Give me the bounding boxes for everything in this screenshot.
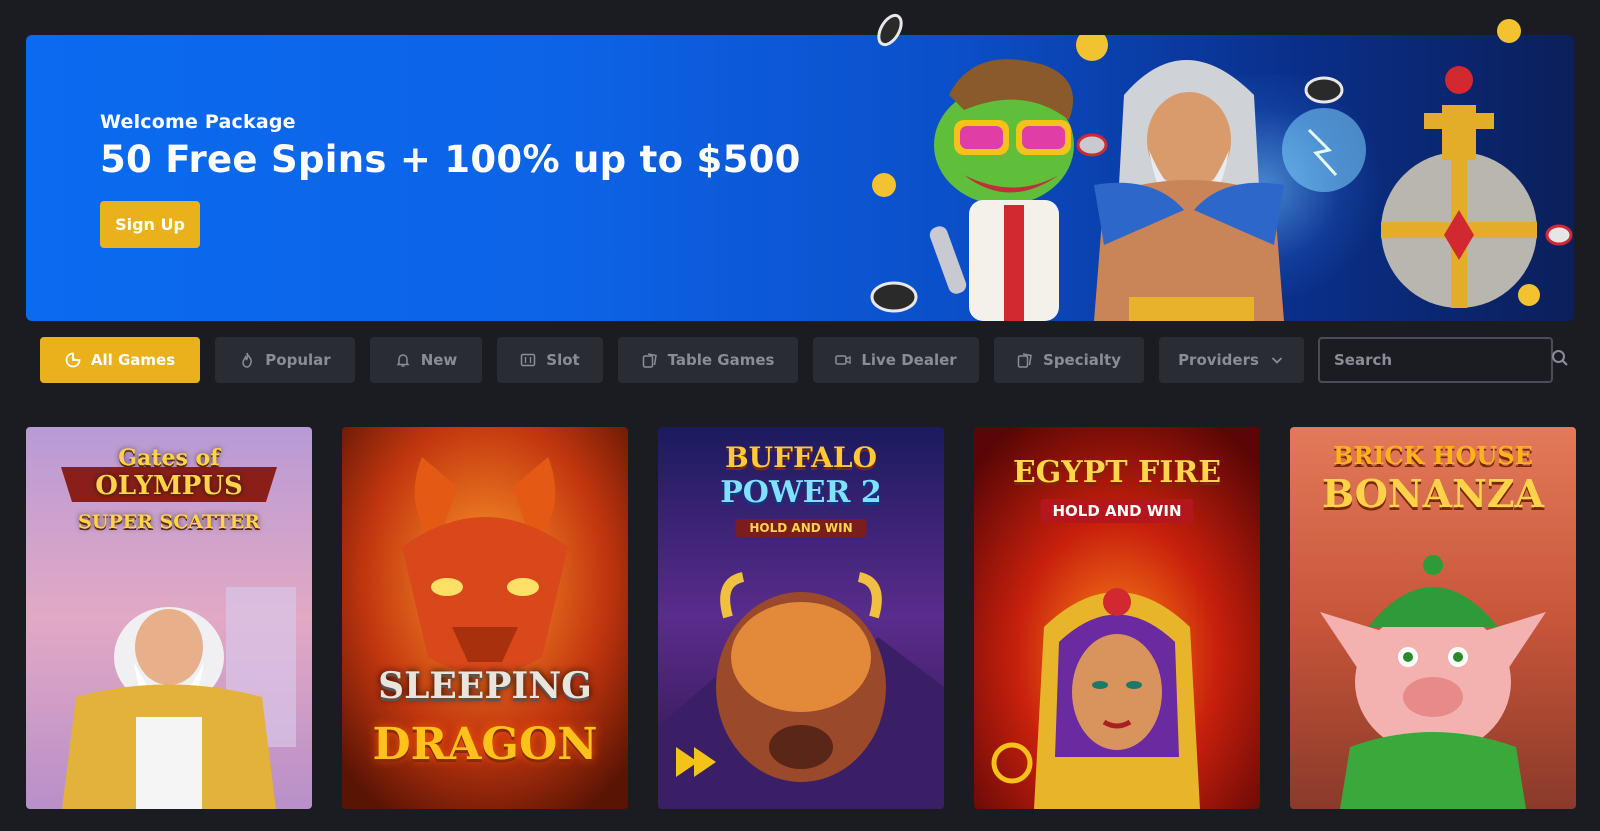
tab-label: All Games: [90, 351, 176, 369]
tab-label: New: [420, 351, 458, 369]
tab-label: Popular: [265, 351, 331, 369]
search-icon[interactable]: [1551, 349, 1569, 371]
sign-up-button[interactable]: Sign Up: [100, 201, 200, 248]
game-title-line1: Gates of: [118, 445, 220, 471]
game-title-line3: HOLD AND WIN: [735, 519, 867, 537]
tab-specialty[interactable]: Specialty: [994, 337, 1144, 383]
cards-icon: [642, 352, 658, 368]
game-title-line2: OLYMPUS: [95, 471, 243, 501]
coin-decoration: [1497, 19, 1521, 43]
game-card-sleeping-dragon[interactable]: SLEEPING DRAGON: [342, 427, 628, 809]
tab-popular[interactable]: Popular: [215, 337, 355, 383]
game-title-line1: EGYPT FIRE: [1012, 455, 1222, 490]
hero-title: 50 Free Spins + 100% up to $500: [100, 138, 801, 181]
flame-icon: [239, 352, 255, 368]
tab-all-games[interactable]: All Games: [40, 337, 200, 383]
game-title-line1: SLEEPING: [378, 665, 592, 707]
frog-character-illustration: [929, 59, 1074, 321]
game-title-line2: HOLD AND WIN: [1040, 499, 1194, 523]
tab-label: Live Dealer: [861, 351, 957, 369]
cards-icon: [1017, 352, 1033, 368]
search-box[interactable]: [1318, 337, 1568, 383]
tab-label: Specialty: [1043, 351, 1121, 369]
all-games-icon: [65, 352, 81, 368]
game-title-line2: BONANZA: [1321, 471, 1545, 516]
game-title-line2: DRAGON: [372, 719, 598, 770]
hero-artwork: [870, 35, 1573, 321]
game-title-line1: BUFFALO: [724, 441, 877, 474]
tab-table-games[interactable]: Table Games: [618, 337, 798, 383]
tab-new[interactable]: New: [370, 337, 482, 383]
bell-icon: [395, 352, 411, 368]
chip-decoration: [877, 13, 903, 47]
game-filter-bar: All Games Popular New Slot Table Games L…: [40, 337, 1568, 383]
game-title-line2: POWER 2: [720, 475, 882, 510]
game-card-egypt-fire[interactable]: EGYPT FIRE HOLD AND WIN: [974, 427, 1260, 809]
game-title-line3: SUPER SCATTER: [78, 511, 260, 533]
welcome-banner[interactable]: Welcome Package 50 Free Spins + 100% up …: [26, 35, 1574, 321]
tab-label: Slot: [546, 351, 580, 369]
game-title-line1: BRICK HOUSE: [1333, 441, 1533, 470]
search-input[interactable]: [1334, 351, 1551, 369]
game-card-buffalo-power-2[interactable]: BUFFALO POWER 2 HOLD AND WIN: [658, 427, 944, 809]
video-camera-icon: [835, 352, 852, 368]
providers-label: Providers: [1178, 351, 1259, 369]
game-card-gates-of-olympus[interactable]: Gates of OLYMPUS SUPER SCATTER: [26, 427, 312, 809]
chevron-down-icon: [1269, 352, 1285, 368]
game-card-brick-house-bonanza[interactable]: BRICK HOUSE BONANZA: [1290, 427, 1576, 809]
tab-label: Table Games: [667, 351, 775, 369]
tab-slot[interactable]: Slot: [497, 337, 603, 383]
hero-subtitle: Welcome Package: [100, 111, 296, 133]
tab-live-dealer[interactable]: Live Dealer: [813, 337, 979, 383]
slot-machine-icon: [520, 352, 536, 368]
zeus-character-illustration: [1094, 60, 1284, 321]
providers-dropdown[interactable]: Providers: [1159, 337, 1304, 383]
